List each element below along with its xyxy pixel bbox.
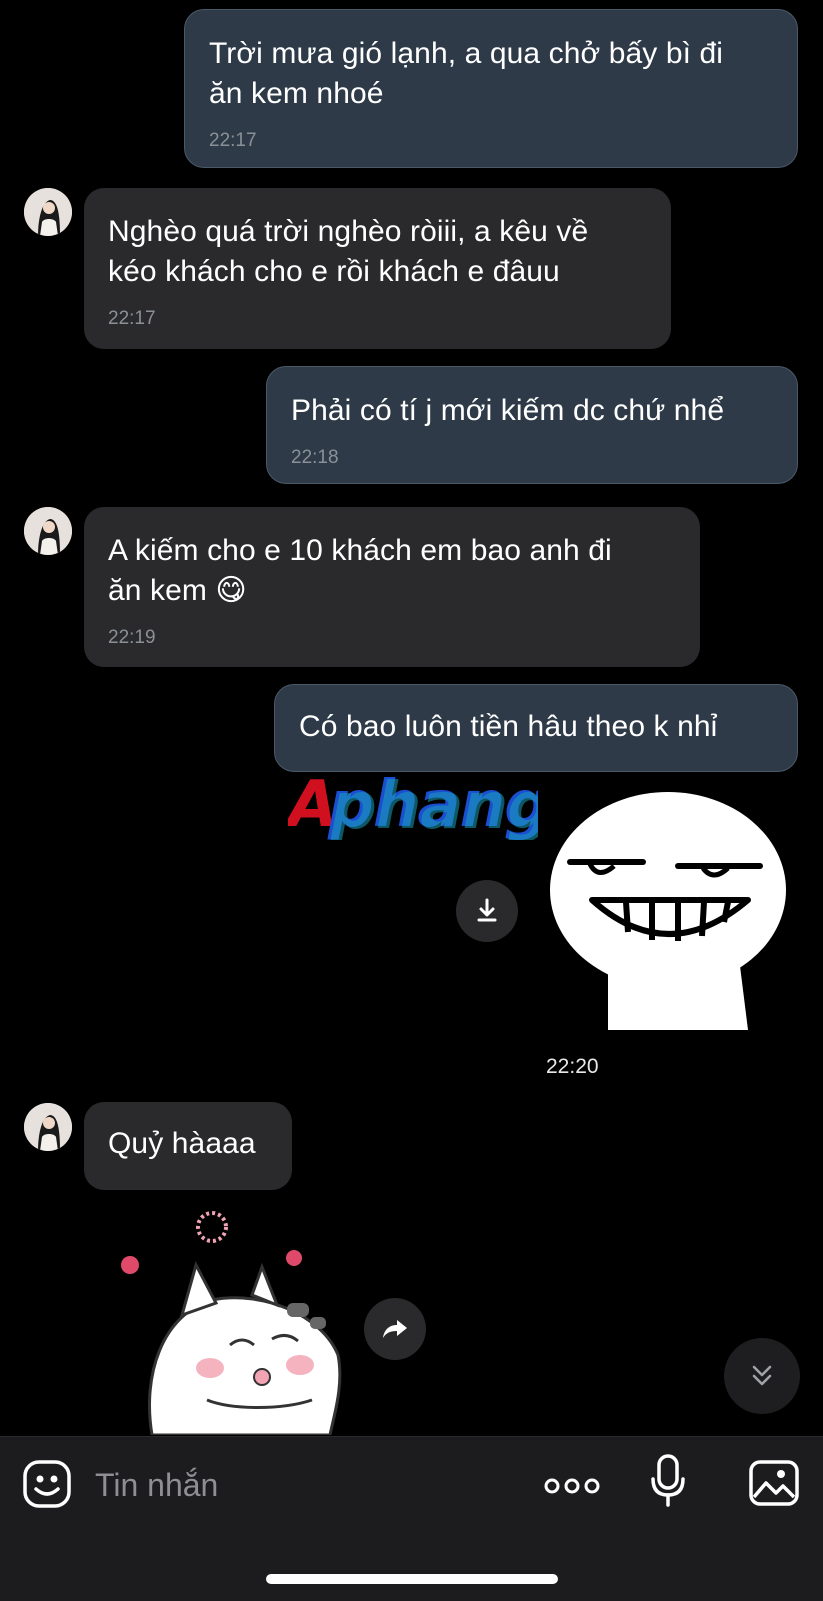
message-bubble-outgoing[interactable]: Có bao luôn tiền hâu theo k nhỉ: [274, 684, 798, 772]
message-time: 22:17: [108, 308, 156, 329]
scroll-to-bottom-button[interactable]: [724, 1338, 800, 1414]
message-bubble-outgoing[interactable]: Phải có tí j mới kiếm dc chứ nhể 22:18: [266, 366, 798, 484]
message-bubble-incoming[interactable]: A kiếm cho e 10 khách em bao anh đi ăn k…: [84, 507, 700, 667]
message-input[interactable]: Tin nhắn: [95, 1467, 218, 1504]
message-text: Phải có tí j mới kiếm dc chứ nhể: [291, 394, 725, 427]
message-text: Quỷ hàaaa: [108, 1127, 256, 1160]
home-indicator: [266, 1574, 558, 1584]
download-button[interactable]: [456, 880, 518, 942]
message-bubble-incoming[interactable]: Quỷ hàaaa: [84, 1102, 292, 1190]
contact-avatar[interactable]: [24, 1103, 72, 1151]
forward-button[interactable]: [364, 1298, 426, 1360]
message-time: 22:19: [108, 627, 156, 648]
watermark-logo: A phang phang: [283, 768, 553, 855]
message-text: Có bao luôn tiền hâu theo k nhỉ: [299, 710, 718, 743]
microphone-icon[interactable]: [650, 1453, 686, 1514]
download-icon: [477, 898, 497, 922]
chevron-double-down-icon: [752, 1365, 772, 1386]
message-text: Trời mưa gió lạnh, a qua chở bấy bì đi ă…: [209, 37, 724, 110]
contact-avatar[interactable]: [24, 507, 72, 555]
message-text: Nghèo quá trời nghèo ròiii, a kêu về kéo…: [108, 215, 589, 288]
emoji-icon[interactable]: [22, 1459, 72, 1514]
forward-icon: [383, 1320, 407, 1338]
sticker-time: 22:20: [546, 1055, 599, 1078]
yum-emoji: 😋: [215, 574, 247, 607]
contact-avatar[interactable]: [24, 188, 72, 236]
image-gallery-icon[interactable]: [748, 1459, 800, 1512]
message-text: A kiếm cho e 10 khách em bao anh đi ăn k…: [108, 531, 676, 611]
message-text-content: A kiếm cho e 10 khách em bao anh đi ăn k…: [108, 534, 612, 607]
svg-text:phang: phang: [330, 770, 538, 840]
message-time: 22:17: [209, 130, 257, 151]
more-dots-icon[interactable]: [544, 1477, 600, 1500]
message-time: 22:18: [291, 447, 339, 468]
message-bubble-outgoing[interactable]: Trời mưa gió lạnh, a qua chở bấy bì đi ă…: [184, 9, 798, 168]
smirking-grin-face-sticker[interactable]: [548, 790, 788, 1040]
message-bubble-incoming[interactable]: Nghèo quá trời nghèo ròiii, a kêu về kéo…: [84, 188, 671, 349]
cat-blushing-sticker[interactable]: [112, 1205, 352, 1437]
